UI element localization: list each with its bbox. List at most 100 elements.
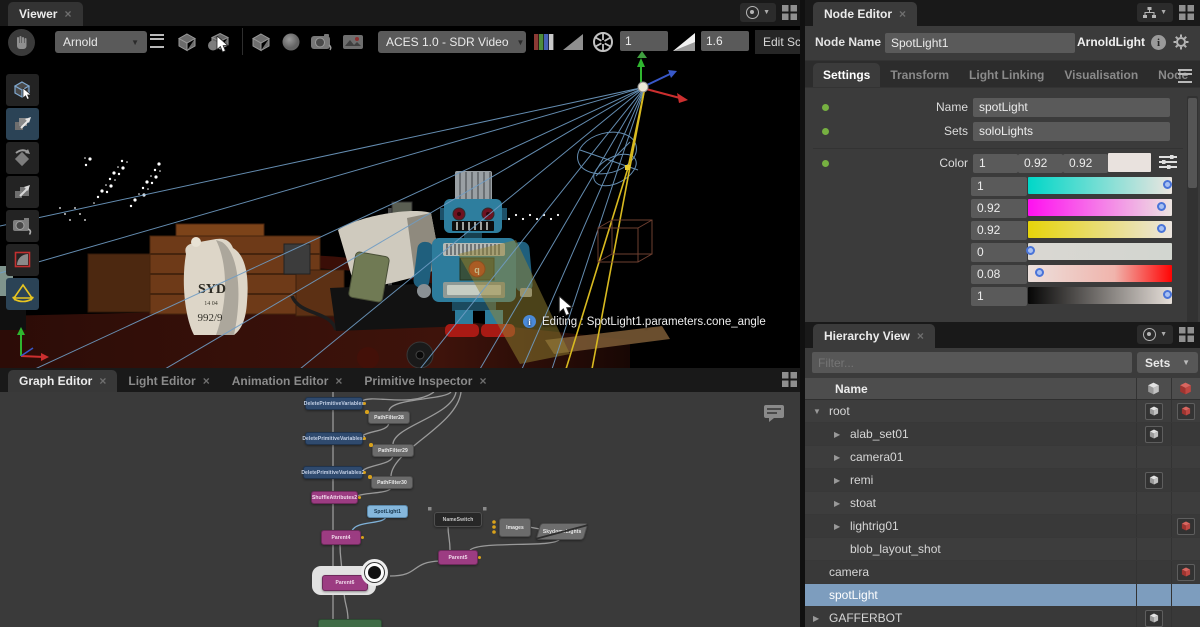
gray-cube-badge[interactable]: [1145, 403, 1163, 420]
gear-icon[interactable]: [1173, 34, 1189, 50]
red-cube-column-icon[interactable]: [1171, 378, 1200, 399]
scale-tool-button[interactable]: [6, 176, 39, 208]
slider-value-field[interactable]: [971, 221, 1027, 240]
output-port[interactable]: [478, 556, 482, 560]
exposure-field[interactable]: [620, 31, 668, 51]
layout-grid-icon[interactable]: [782, 5, 797, 20]
graph-node-parent4[interactable]: Parent4: [321, 530, 361, 545]
tree-expand-icon[interactable]: ▶: [834, 499, 844, 508]
slider-gradient-bar[interactable]: [1028, 199, 1172, 216]
channels-rgb-icon[interactable]: [533, 32, 555, 52]
close-icon[interactable]: ×: [99, 374, 106, 388]
display-transform-dropdown[interactable]: ACES 1.0 - SDR Video▼: [378, 31, 526, 53]
output-port[interactable]: [361, 536, 365, 540]
tree-expand-icon[interactable]: ▶: [834, 522, 844, 531]
hierarchy-row-camera01[interactable]: ▶camera01: [805, 446, 1200, 469]
tab-animation-editor[interactable]: Animation Editor×: [221, 370, 354, 392]
hierarchy-row-alab_set01[interactable]: ▶alab_set01: [805, 423, 1200, 446]
hierarchy-row-remi[interactable]: ▶remi: [805, 469, 1200, 492]
slider-value-field[interactable]: [971, 243, 1027, 262]
tab-settings[interactable]: Settings: [813, 63, 880, 87]
tree-expand-icon[interactable]: ▶: [834, 430, 844, 439]
param-sets-input[interactable]: [973, 122, 1170, 141]
output-port[interactable]: [363, 402, 367, 406]
layout-grid-icon[interactable]: [1179, 327, 1194, 342]
gray-cube-badge[interactable]: [1145, 472, 1163, 489]
close-icon[interactable]: ×: [64, 7, 71, 21]
node-editor-follow-menu[interactable]: ▼: [1137, 3, 1173, 22]
param-name-input[interactable]: [973, 98, 1170, 117]
graph-node-untitled[interactable]: [318, 619, 382, 627]
node-graph-canvas[interactable]: DeletePrimitiveVariables PathFilter28 Dele…: [0, 392, 803, 627]
slider-value-field[interactable]: [971, 199, 1027, 218]
sphere-icon[interactable]: [280, 32, 302, 52]
aperture-icon[interactable]: [592, 31, 614, 53]
output-port[interactable]: [363, 437, 367, 441]
annotation-icon[interactable]: [763, 404, 785, 423]
scrollbar[interactable]: ▲ ▼: [1187, 96, 1198, 322]
tab-visualisation[interactable]: Visualisation: [1054, 63, 1148, 87]
red-cube-badge[interactable]: [1177, 518, 1195, 535]
gradient-triangle-icon[interactable]: [561, 32, 585, 52]
tree-collapse-icon[interactable]: ▼: [813, 407, 823, 416]
graph-node-images[interactable]: Images: [499, 518, 531, 537]
filter-input[interactable]: [812, 352, 1132, 373]
tab-primitive-inspector[interactable]: Primitive Inspector×: [353, 370, 497, 392]
shading-cube-icon[interactable]: [176, 32, 198, 52]
gray-cube-column-icon[interactable]: [1136, 378, 1171, 399]
hierarchy-row-GAFFERBOT[interactable]: ▶GAFFERBOT: [805, 607, 1200, 627]
tab-light-editor[interactable]: Light Editor×: [117, 370, 220, 392]
tab-light-linking[interactable]: Light Linking: [959, 63, 1054, 87]
renderer-dropdown[interactable]: Arnold▼: [55, 31, 147, 53]
slider-handle[interactable]: [1157, 202, 1166, 211]
slider-handle[interactable]: [1163, 290, 1172, 299]
slider-handle[interactable]: [1163, 180, 1172, 189]
camera-tool-button[interactable]: [6, 210, 39, 242]
slider-handle[interactable]: [1157, 224, 1166, 233]
graph-node-parent5[interactable]: Parent5: [438, 550, 478, 565]
tab-viewer[interactable]: Viewer ×: [8, 2, 83, 26]
edit-scope-button[interactable]: Edit Scope: [755, 30, 803, 54]
filter-port[interactable]: [368, 475, 372, 479]
slider-handle[interactable]: [1035, 268, 1044, 277]
graph-node-deleteprimitivevariables1[interactable]: DeletePrimitiveVariables1: [305, 432, 363, 445]
slider-handle[interactable]: [1026, 246, 1035, 255]
graph-node-deleteprimitivevariables[interactable]: DeletePrimitiveVariables: [305, 397, 363, 410]
slider-gradient-bar[interactable]: [1028, 177, 1172, 194]
pan-hand-button[interactable]: [8, 29, 35, 56]
tab-transform[interactable]: Transform: [880, 63, 959, 87]
tab-node-editor[interactable]: Node Editor ×: [813, 2, 917, 26]
gamma-field[interactable]: [701, 31, 749, 51]
node-name-input[interactable]: [885, 33, 1075, 53]
camera-icon[interactable]: [309, 32, 335, 52]
select-tool-button[interactable]: [6, 74, 39, 106]
slider-value-field[interactable]: [971, 287, 1027, 306]
layout-grid-icon[interactable]: [1179, 5, 1194, 20]
image-layers-icon[interactable]: [341, 32, 365, 52]
viewer-menu-button[interactable]: [150, 34, 164, 48]
hierarchy-row-blob_layout_shot[interactable]: blob_layout_shot: [805, 538, 1200, 561]
gamma-triangle-icon[interactable]: [671, 31, 697, 53]
graph-node-pathfilter28[interactable]: PathFilter28: [368, 411, 410, 424]
color-swatch[interactable]: [1108, 153, 1151, 172]
hierarchy-row-root[interactable]: ▼root: [805, 400, 1200, 423]
color-r-field[interactable]: [973, 154, 1018, 173]
red-cube-badge[interactable]: [1177, 564, 1195, 581]
color-b-field[interactable]: [1063, 154, 1108, 173]
close-icon[interactable]: ×: [335, 374, 342, 388]
graph-node-nameswitch[interactable]: NameSwitch: [434, 512, 482, 527]
viewport-3d[interactable]: SYD 14 04 992/9: [0, 58, 800, 368]
tab-graph-editor[interactable]: Graph Editor×: [8, 370, 117, 392]
hierarchy-follow-menu[interactable]: ▼: [1137, 325, 1173, 344]
hierarchy-row-spotLight[interactable]: spotLight: [805, 584, 1200, 607]
crop-window-tool-button[interactable]: [6, 244, 39, 276]
graph-node-pathfilter29[interactable]: PathFilter29: [372, 444, 414, 457]
close-icon[interactable]: ×: [899, 7, 906, 21]
graph-node-shuffleattributes2[interactable]: ShuffleAttributes2: [311, 491, 358, 504]
slider-value-field[interactable]: [971, 265, 1027, 284]
close-icon[interactable]: ×: [203, 374, 210, 388]
hamburger-icon[interactable]: [1178, 69, 1192, 83]
filter-port[interactable]: [365, 410, 369, 414]
tree-expand-icon[interactable]: ▶: [834, 453, 844, 462]
light-tool-button[interactable]: [6, 278, 39, 310]
